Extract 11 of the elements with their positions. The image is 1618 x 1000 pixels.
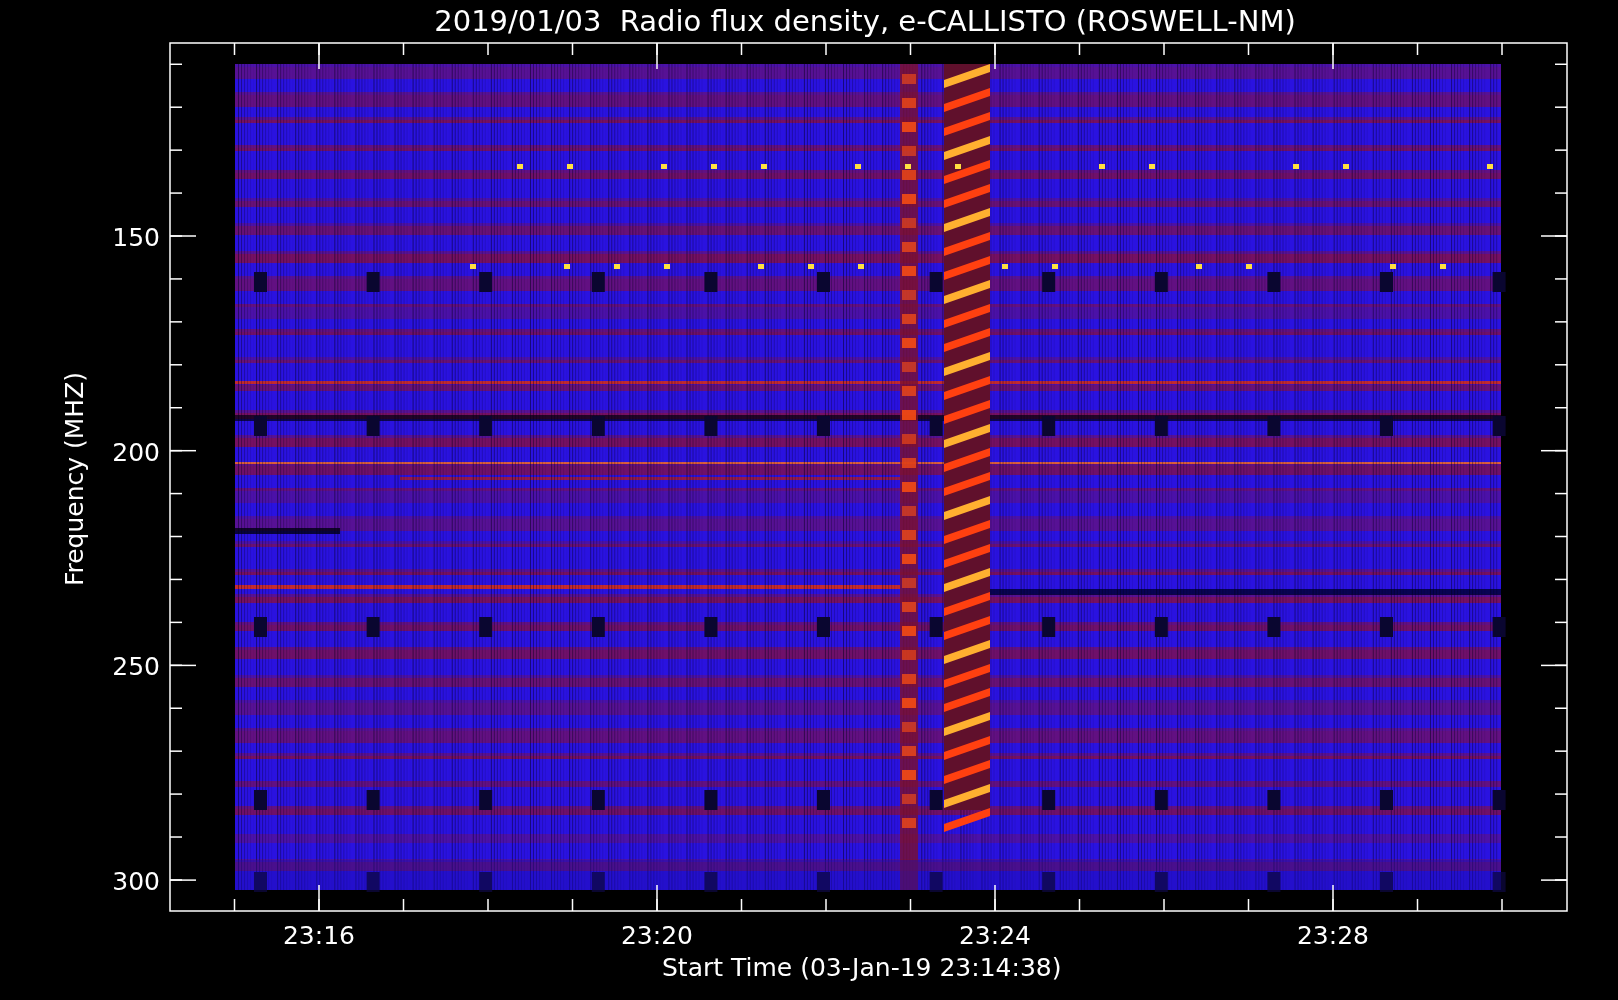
tick-label: 23:28 <box>1297 921 1369 950</box>
tick-label: 250 <box>112 652 160 682</box>
axis-label: Frequency (MHZ) <box>60 371 89 587</box>
axis-label: Start Time (03-Jan-19 23:14:38) <box>662 953 1062 982</box>
tick-label: 300 <box>112 867 160 897</box>
chart-title: 2019/01/03 Radio flux density, e-CALLISTO (ROSWELL-NM) <box>434 4 1296 38</box>
tick-label: 23:24 <box>959 921 1031 950</box>
tick-label: 23:16 <box>283 921 355 950</box>
tick-label: 200 <box>112 437 160 467</box>
tick-label: 150 <box>112 223 160 252</box>
tick-label: 23:20 <box>621 921 693 950</box>
